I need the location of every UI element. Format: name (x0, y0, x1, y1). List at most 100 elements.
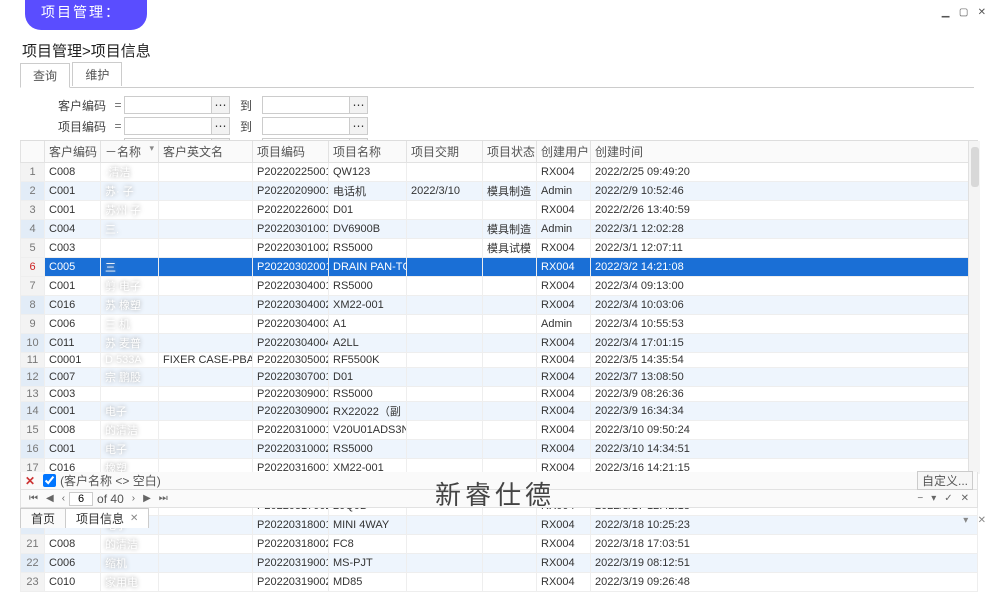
cell: 21 (21, 535, 45, 554)
cell: 4 (21, 220, 45, 239)
cell: 三 (101, 258, 159, 277)
table-row[interactable]: 16C001 电子P20220310002RS5000RX0042022/3/1… (21, 440, 978, 459)
cell (407, 516, 483, 535)
cell: 2 (21, 182, 45, 201)
filter-icon[interactable]: ▾ (149, 143, 154, 154)
tab-home[interactable]: 首页 (20, 508, 66, 528)
table-row[interactable]: 7C001剪 电子P20220304001RS5000RX0042022/3/4… (21, 277, 978, 296)
eq-op: = (112, 119, 124, 133)
cell: 电子 (101, 402, 159, 421)
module-header[interactable]: 项目管理： (25, 0, 147, 30)
cell: RX004 (537, 516, 591, 535)
pager-last-icon[interactable]: ⏭ (155, 493, 172, 504)
column-header[interactable]: 创建用户 (537, 141, 591, 163)
pager-page-input[interactable] (69, 492, 93, 506)
close-icon[interactable]: ✕ (978, 7, 986, 18)
pager-first-icon[interactable]: ⏮ (25, 493, 42, 504)
table-row[interactable]: 20C001 电子P20220318001MINI 4WAYRX0042022/… (21, 516, 978, 535)
project-id-to[interactable] (262, 117, 350, 135)
tab-query[interactable]: 查询 (20, 63, 70, 88)
cell: C011 (45, 334, 101, 353)
table-row[interactable]: 2C001苏· 子P20220209001电话机2022/3/10模具制造Adm… (21, 182, 978, 201)
column-header[interactable] (21, 141, 45, 163)
column-header[interactable]: 项目交期 (407, 141, 483, 163)
table-row[interactable]: 8C016苏 橡塑P20220304002XM22-001RX0042022/3… (21, 296, 978, 315)
clear-filter-icon[interactable]: ✕ (25, 474, 35, 488)
cell (101, 387, 159, 402)
cell: P20220318001 (253, 516, 329, 535)
customer-id-from[interactable] (124, 96, 212, 114)
column-header[interactable]: 客户英文名 (159, 141, 253, 163)
cell (159, 368, 253, 387)
cell: FC8 (329, 535, 407, 554)
lookup-icon[interactable]: ⋯ (212, 117, 230, 135)
pager-prev-icon[interactable]: ◀ (42, 493, 58, 504)
close-tab-icon[interactable]: ✕ (130, 513, 138, 524)
pager-next-icon[interactable]: ▶ (139, 493, 155, 504)
column-header[interactable]: －名称▾ (101, 141, 159, 163)
cell: P20220319002 (253, 573, 329, 592)
table-row[interactable]: 14C001 电子P20220309002RX22022（副RX0042022/… (21, 402, 978, 421)
pager-expand-icon[interactable]: ▾ (927, 493, 940, 504)
table-row[interactable]: 11C0001D 533AFIXER CASE-PBAP20220305002R… (21, 353, 978, 368)
cell: 3 (21, 201, 45, 220)
tab-project-info[interactable]: 项目信息✕ (65, 508, 149, 528)
customize-filter-button[interactable]: 自定义... (917, 471, 973, 490)
cell (407, 554, 483, 573)
lookup-icon[interactable]: ⋯ (212, 96, 230, 114)
tab-close-icon[interactable]: ✕ (978, 515, 986, 526)
column-header[interactable]: 项目编码 (253, 141, 329, 163)
vertical-scrollbar[interactable] (968, 141, 980, 474)
project-id-from[interactable] (124, 117, 212, 135)
cell: P20220301002 (253, 239, 329, 258)
pager-step-back-icon[interactable]: ‹ (58, 493, 69, 504)
table-row[interactable]: 10C011苏 麦普P20220304004A2LLRX0042022/3/4 … (21, 334, 978, 353)
table-row[interactable]: 1C008·清洁P20220225001QW123RX0042022/2/25 … (21, 163, 978, 182)
table-row[interactable]: 13C003P20220309001RS5000RX0042022/3/9 08… (21, 387, 978, 402)
table-row[interactable]: 3C001苏州 子P20220226003D01RX0042022/2/26 1… (21, 201, 978, 220)
pager-minus-icon[interactable]: − (913, 493, 927, 504)
pager-refresh-icon[interactable]: ✕ (957, 493, 973, 504)
cell: C001 (45, 440, 101, 459)
minimize-icon[interactable]: ▁ (942, 7, 950, 18)
cell: DV6900B (329, 220, 407, 239)
column-header[interactable]: 项目名称 (329, 141, 407, 163)
cell: P20220319001 (253, 554, 329, 573)
filter-enabled-checkbox[interactable] (43, 474, 56, 487)
table-row[interactable]: 15C008 的清洁P20220310001V20U01ADS3NRX00420… (21, 421, 978, 440)
column-header[interactable]: 客户编码 (45, 141, 101, 163)
pager-step-fwd-icon[interactable]: › (128, 493, 139, 504)
cell (483, 353, 537, 368)
lookup-icon[interactable]: ⋯ (350, 117, 368, 135)
cell: 剪 电子 (101, 277, 159, 296)
table-row[interactable]: 6C005三P20220302001DRAIN PAN-TCRX0042022/… (21, 258, 978, 277)
cell: QW123 (329, 163, 407, 182)
table-row[interactable]: 21C008 的清洁P20220318002FC8RX0042022/3/18 … (21, 535, 978, 554)
cell (483, 296, 537, 315)
cell: D01 (329, 201, 407, 220)
pager-check-icon[interactable]: ✓ (940, 493, 956, 504)
table-row[interactable]: 12C007宗 鹏股P20220307001D01RX0042022/3/7 1… (21, 368, 978, 387)
cell (407, 239, 483, 258)
table-row[interactable]: 9C006三 机P20220304003A1Admin2022/3/4 10:5… (21, 315, 978, 334)
cell: Admin (537, 315, 591, 334)
table-row[interactable]: 23C010 家用电P20220319002MD85RX0042022/3/19… (21, 573, 978, 592)
tab-dropdown-icon[interactable]: ▾ (963, 515, 968, 526)
tab-maintain[interactable]: 维护 (72, 62, 122, 86)
cell (483, 315, 537, 334)
maximize-icon[interactable]: ▢ (959, 7, 968, 18)
cell (159, 516, 253, 535)
cell: 三. (101, 220, 159, 239)
customer-id-to[interactable] (262, 96, 350, 114)
lookup-icon[interactable]: ⋯ (350, 96, 368, 114)
cell: C006 (45, 315, 101, 334)
cell: 宗 鹏股 (101, 368, 159, 387)
cell: C006 (45, 554, 101, 573)
table-row[interactable]: 5C003P20220301002RS5000模具试模RX0042022/3/1… (21, 239, 978, 258)
table-row[interactable]: 4C004三.P20220301001DV6900B模具制造Admin2022/… (21, 220, 978, 239)
table-row[interactable]: 22C006 缩机P20220319001MS-PJTRX0042022/3/1… (21, 554, 978, 573)
filter-summary-bar: ✕ (客户名称 <> 空白) 自定义... (20, 472, 978, 490)
column-header[interactable]: 项目状态 (483, 141, 537, 163)
column-header[interactable]: 创建时间 (591, 141, 978, 163)
cell: P20220310002 (253, 440, 329, 459)
